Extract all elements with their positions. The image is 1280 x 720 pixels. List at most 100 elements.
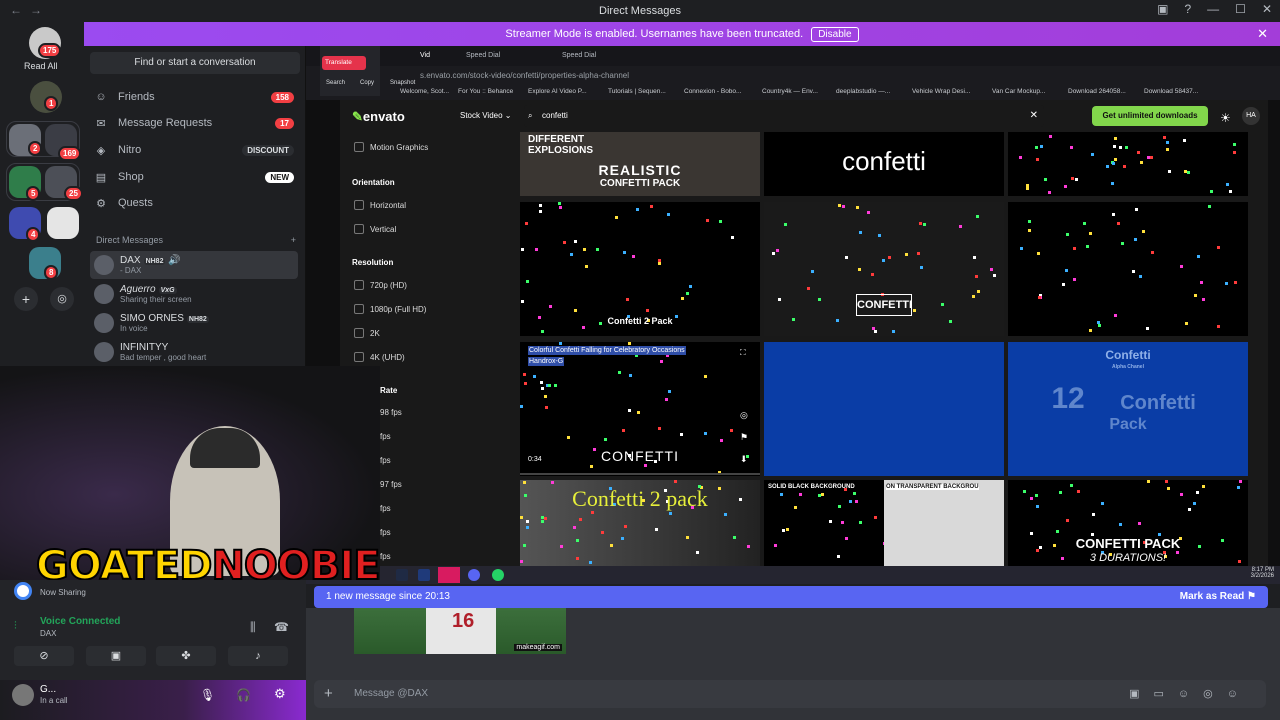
nav-quests[interactable]: ⚙ Quests xyxy=(94,192,294,214)
video-tile[interactable]: CONFETTI xyxy=(764,202,1004,336)
clear-search-icon[interactable]: ✕ xyxy=(1030,105,1038,127)
whatsapp-icon[interactable] xyxy=(492,569,504,581)
message-input[interactable]: + Message @DAX ▣▭☺◎☺ xyxy=(314,680,1266,708)
confetti-speck xyxy=(628,342,631,345)
dm-item-dax[interactable]: DAX NH82 🔊 - DAX xyxy=(90,251,298,279)
nav-message-requests[interactable]: ✉ Message Requests 17 xyxy=(94,112,294,134)
theme-toggle-icon[interactable]: ☀ xyxy=(1220,111,1231,125)
camera-toggle-button[interactable]: ⊘ xyxy=(14,646,74,666)
confetti-speck xyxy=(544,395,547,398)
dm-item-infinityy[interactable]: INFINITYY Bad temper , good heart xyxy=(90,338,298,366)
add-server-icon[interactable]: + xyxy=(14,287,38,311)
confetti-speck xyxy=(618,371,621,374)
confetti-speck xyxy=(1083,222,1086,225)
photoshop-icon[interactable] xyxy=(418,569,430,581)
microphone-icon[interactable]: 🎙 xyxy=(200,688,215,702)
nav-shop[interactable]: ▤ Shop NEW xyxy=(94,166,294,188)
minimize-icon[interactable]: — xyxy=(1207,2,1219,16)
envato-logo[interactable]: ✎envato xyxy=(352,109,405,125)
avatar[interactable] xyxy=(12,684,34,706)
screen-share-button[interactable]: ▣ xyxy=(86,646,146,666)
maximize-icon[interactable]: ☐ xyxy=(1235,2,1246,16)
home-badge: 175 xyxy=(38,43,62,58)
taskbar: 8:17 PM 3/2/2026 xyxy=(306,566,1280,584)
confetti-speck xyxy=(1064,185,1067,188)
confetti-speck xyxy=(632,255,635,258)
confetti-speck xyxy=(1114,137,1117,140)
voice-status[interactable]: Voice Connected xyxy=(40,616,120,627)
mark-as-read-button[interactable]: Mark as Read ⚑ xyxy=(1180,591,1256,602)
confetti-speck xyxy=(1066,519,1069,522)
tab-speed-dial-1[interactable]: Speed Dial xyxy=(466,52,500,59)
dm-panel: Find or start a conversation ☺ Friends 158… xyxy=(84,46,306,366)
download-icon[interactable]: ⬇ xyxy=(740,454,748,465)
get-unlimited-downloads-button[interactable]: Get unlimited downloads xyxy=(1092,106,1208,126)
headphones-icon[interactable]: 🎧 xyxy=(236,688,251,702)
translate-button[interactable]: Translate xyxy=(322,56,366,70)
voice-channel[interactable]: DAX xyxy=(40,629,56,638)
disable-button[interactable]: Disable xyxy=(811,26,859,42)
gif-embed[interactable]: 16 makeagif.com xyxy=(354,608,566,654)
close-banner-icon[interactable]: ✕ xyxy=(1257,26,1268,42)
video-tile[interactable]: confetti xyxy=(764,132,1004,196)
video-tile[interactable]: DIFFERENT EXPLOSIONS REALISTIC CONFETTI … xyxy=(520,132,760,196)
composer-actions-icon[interactable]: ▣▭☺◎☺ xyxy=(1129,687,1252,700)
find-conversation-input[interactable]: Find or start a conversation xyxy=(90,52,300,74)
confetti-speck xyxy=(658,259,661,262)
read-all-button[interactable]: Read All xyxy=(24,61,58,71)
confetti-speck xyxy=(1026,187,1029,190)
help-icon[interactable]: ? xyxy=(1184,2,1191,16)
checkbox[interactable] xyxy=(354,142,364,152)
dm-item-simo[interactable]: SIMO ORNES NH82 In voice xyxy=(90,309,298,337)
close-icon[interactable]: ✕ xyxy=(1262,2,1272,16)
confetti-speck xyxy=(1119,146,1122,149)
nav-nitro[interactable]: ◈ Nitro DISCOUNT xyxy=(94,139,294,161)
settings-icon[interactable]: ⚙ xyxy=(274,686,286,702)
nav-arrows-icon[interactable]: ←→ xyxy=(10,3,50,17)
channel-overlay-text: GOATEDNOOBIE xyxy=(35,543,380,580)
video-tile[interactable] xyxy=(764,342,1004,476)
discover-icon[interactable]: ◎ xyxy=(50,287,74,311)
confetti-speck xyxy=(975,275,978,278)
add-dm-icon[interactable]: + xyxy=(291,235,296,245)
video-tile[interactable] xyxy=(1008,202,1248,336)
disconnect-icon[interactable]: ☎ xyxy=(274,620,289,634)
discord-icon[interactable] xyxy=(468,569,480,581)
confetti-speck xyxy=(576,557,579,560)
noise-icon[interactable]: ⫼ xyxy=(250,620,256,635)
aftereffects-icon[interactable] xyxy=(396,569,408,581)
tab-active[interactable]: Vid xyxy=(420,52,430,59)
username: G... xyxy=(40,684,57,695)
progress-track[interactable] xyxy=(520,473,760,475)
soundboard-button[interactable]: ♪ xyxy=(228,646,288,666)
add-attachment-icon[interactable]: + xyxy=(324,685,333,702)
video-tile[interactable] xyxy=(1008,132,1248,196)
avatar[interactable]: HA xyxy=(1242,107,1260,125)
server-4[interactable] xyxy=(47,207,79,239)
new-message-bar[interactable]: 1 new message since 20:13 Mark as Read ⚑ xyxy=(314,586,1268,608)
tab-speed-dial-2[interactable]: Speed Dial xyxy=(562,52,596,59)
address-bar[interactable]: s.envato.com/stock-video/confetti/proper… xyxy=(306,66,1280,84)
dm-item-aguerro[interactable]: Aguerro VxG Sharing their screen xyxy=(90,280,298,308)
search-input[interactable]: ⌕ confetti ✕ xyxy=(524,105,1044,127)
expand-icon[interactable]: ⛶ xyxy=(740,348,746,358)
confetti-speck xyxy=(1077,490,1080,493)
app-icon[interactable] xyxy=(438,567,460,583)
video-tile[interactable]: Confetti Alpha Chanel 12 Confetti Pack xyxy=(1008,342,1248,476)
inbox-icon[interactable]: ▣ xyxy=(1157,2,1168,16)
confetti-speck xyxy=(1194,294,1197,297)
similar-icon[interactable]: ◎ xyxy=(740,410,748,421)
activities-button[interactable]: ✤ xyxy=(156,646,216,666)
confetti-speck xyxy=(719,220,722,223)
confetti-speck xyxy=(1048,191,1051,194)
bookmark-icon[interactable]: ⚑ xyxy=(740,432,748,443)
confetti-speck xyxy=(570,253,573,256)
video-tile[interactable]: CONFETTI PACK 3 DURATIONS! xyxy=(1008,480,1248,566)
video-tile[interactable]: Confetti 2 Pack xyxy=(520,202,760,336)
video-tile[interactable]: SOLID BLACK BACKGROUND ON TRANSPARENT BA… xyxy=(764,480,1004,566)
video-tile-hovered[interactable]: Colorful Confetti Falling for Celebrator… xyxy=(520,342,760,476)
video-tile[interactable]: Confetti 2 pack xyxy=(520,480,760,566)
category-dropdown[interactable]: Stock Video ⌄ xyxy=(460,111,511,120)
nav-friends[interactable]: ☺ Friends 158 xyxy=(94,86,294,108)
url-text[interactable]: s.envato.com/stock-video/confetti/proper… xyxy=(420,71,629,80)
